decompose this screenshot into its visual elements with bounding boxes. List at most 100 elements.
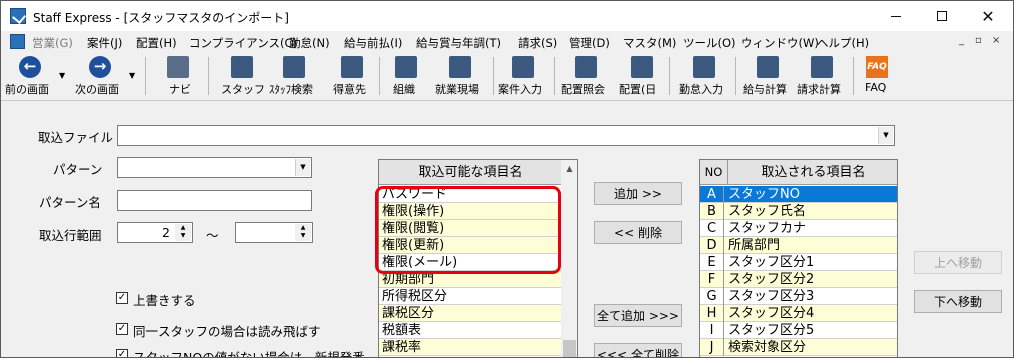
overwrite-checkbox[interactable]: ✓ — [116, 292, 128, 304]
staff-icon — [231, 56, 253, 78]
case-input-button[interactable]: 案件入力 — [498, 53, 548, 101]
table-row[interactable]: I スタッフ区分5 — [700, 322, 897, 339]
row-name: スタッフ区分1 — [728, 255, 815, 270]
placement-day-button[interactable]: 配置(日 — [619, 53, 667, 101]
menu-advance-pay[interactable]: 給与前払(I) — [344, 35, 402, 51]
organization-icon — [395, 56, 417, 78]
list-item-label: 税額表 — [382, 323, 422, 338]
row-from-spinner[interactable]: 2 ▲ ▼ — [117, 222, 193, 243]
chevron-down-icon[interactable]: ▼ — [878, 127, 893, 144]
billing-calc-icon — [811, 56, 833, 78]
spin-up-icon[interactable]: ▲ — [295, 224, 311, 232]
row-name: スタッフ区分5 — [728, 323, 815, 338]
app-icon — [10, 8, 26, 24]
staff-button[interactable]: スタッフ — [219, 53, 265, 101]
prev-screen-button[interactable]: ← 前の画面 — [5, 53, 57, 101]
menu-admin[interactable]: 管理(D) — [569, 35, 610, 51]
toolbar-separator — [669, 57, 670, 95]
table-row[interactable]: A スタッフNO — [700, 186, 897, 203]
menu-window[interactable]: ウィンドウ(W) — [741, 35, 819, 51]
next-screen-button[interactable]: → 次の画面 — [73, 53, 129, 101]
navi-button[interactable]: ナビ — [159, 53, 197, 101]
scroll-up-icon[interactable]: ▲ — [561, 160, 577, 177]
attendance-input-label: 勤怠入力 — [679, 83, 723, 96]
faq-button[interactable]: FAQ FAQ — [861, 53, 893, 101]
table-row[interactable]: G スタッフ区分3 — [700, 288, 897, 305]
staff-search-label: ｽﾀｯﾌ検索 — [269, 83, 313, 96]
table-row[interactable]: E スタッフ区分1 — [700, 254, 897, 271]
toolbar-separator — [735, 57, 736, 95]
import-file-combo[interactable]: ▼ — [117, 125, 895, 146]
menu-help[interactable]: ヘルプ(H) — [817, 35, 869, 51]
spin-up-icon[interactable]: ▲ — [175, 224, 191, 232]
menu-master[interactable]: マスタ(M) — [623, 35, 676, 51]
payroll-calc-button[interactable]: 給与計算 — [743, 53, 793, 101]
billing-calc-button[interactable]: 請求計算 — [797, 53, 847, 101]
minimize-button[interactable] — [873, 1, 919, 31]
pattern-name-field[interactable] — [117, 190, 312, 211]
menu-tools[interactable]: ツール(O) — [683, 35, 736, 51]
menu-sales[interactable]: 営業(G) — [32, 35, 73, 51]
skip-same-staff-checkbox[interactable]: ✓ — [116, 323, 128, 335]
table-row[interactable]: J 検索対象区分 — [700, 339, 897, 356]
overwrite-label: 上書きする — [133, 293, 196, 308]
row-to-spinner[interactable]: ▲ ▼ — [235, 222, 313, 243]
list-item[interactable]: 所得税区分 — [379, 288, 562, 305]
row-name: 検索対象区分 — [728, 340, 807, 355]
mdi-close-button[interactable]: × — [992, 35, 1000, 46]
worksite-label: 就業現場 — [435, 83, 479, 96]
spin-down-icon[interactable]: ▼ — [175, 232, 191, 240]
list-item[interactable]: 課税率 — [379, 339, 562, 356]
table-row[interactable]: D 所属部門 — [700, 237, 897, 254]
placement-inquiry-icon — [575, 56, 597, 78]
move-up-button[interactable]: 上へ移動 — [914, 251, 1002, 274]
title-bar: Staff Express - [スタッフマスタのインポート] ✕ — [1, 1, 1013, 31]
new-number-checkbox[interactable]: ✓ — [116, 349, 128, 357]
list-item-label: 所得税区分 — [382, 289, 448, 304]
document-icon[interactable] — [10, 34, 25, 49]
list-item[interactable]: 税額表 — [379, 322, 562, 339]
available-scrollbar[interactable]: ▲ — [561, 160, 577, 357]
list-item[interactable]: 課税区分 — [379, 305, 562, 322]
table-row[interactable]: H スタッフ区分4 — [700, 305, 897, 322]
chevron-down-icon[interactable]: ▼ — [295, 159, 310, 176]
remove-all-button[interactable]: <<< 全て削除 — [594, 343, 682, 357]
placement-inquiry-button[interactable]: 配置照会 — [561, 53, 611, 101]
add-button[interactable]: 追加 >> — [594, 182, 682, 205]
row-from-spin-buttons[interactable]: ▲ ▼ — [175, 224, 191, 241]
spin-down-icon[interactable]: ▼ — [295, 232, 311, 240]
mdi-minimize-button[interactable]: _ — [959, 35, 964, 46]
client-icon — [341, 56, 363, 78]
menu-payroll-bonus[interactable]: 給与賞与年調(T) — [416, 35, 501, 51]
list-item-label: 課税区分 — [382, 306, 435, 321]
menu-placement[interactable]: 配置(H) — [136, 35, 177, 51]
close-button[interactable]: ✕ — [965, 1, 1011, 31]
maximize-button[interactable] — [919, 1, 965, 31]
prev-dropdown-icon[interactable]: ▼ — [59, 71, 65, 80]
row-no: G — [700, 288, 724, 305]
worksite-button[interactable]: 就業現場 — [433, 53, 487, 101]
menu-compliance[interactable]: コンプライアンス(C) — [189, 35, 297, 51]
staff-search-button[interactable]: ｽﾀｯﾌ検索 — [269, 53, 323, 101]
add-all-button[interactable]: 全て追加 >>> — [594, 304, 682, 327]
organization-button[interactable]: 組織 — [389, 53, 423, 101]
menu-case[interactable]: 案件(J) — [87, 35, 122, 51]
attendance-input-button[interactable]: 勤怠入力 — [679, 53, 729, 101]
scroll-thumb[interactable] — [563, 340, 576, 357]
selected-fields-list[interactable]: NO 取込される項目名 A スタッフNO B スタッフ氏名 C スタッフカナ D 所属部… — [699, 159, 898, 357]
remove-button[interactable]: << 削除 — [594, 221, 682, 244]
next-dropdown-icon[interactable]: ▼ — [129, 71, 135, 80]
table-row[interactable]: F スタッフ区分2 — [700, 271, 897, 288]
client-button[interactable]: 得意先 — [331, 53, 371, 101]
table-row[interactable]: B スタッフ氏名 — [700, 203, 897, 220]
mdi-restore-button[interactable]: ▫ — [975, 35, 982, 46]
placement-day-icon — [631, 56, 653, 78]
move-down-button[interactable]: 下へ移動 — [914, 290, 1002, 313]
table-row[interactable]: C スタッフカナ — [700, 220, 897, 237]
selected-list-header: 取込される項目名 — [728, 160, 897, 185]
pattern-combo[interactable]: ▼ — [117, 157, 312, 178]
menu-attendance[interactable]: 勤怠(N) — [289, 35, 330, 51]
menu-billing[interactable]: 請求(S) — [518, 35, 557, 51]
prev-screen-label: 前の画面 — [5, 83, 49, 96]
row-to-spin-buttons[interactable]: ▲ ▼ — [295, 224, 311, 241]
